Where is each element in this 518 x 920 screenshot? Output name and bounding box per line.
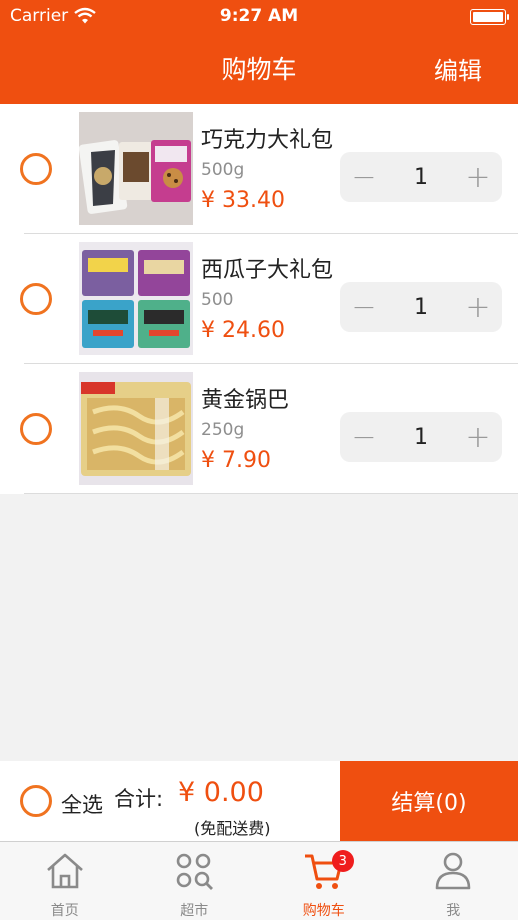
cart-item: 巧克力大礼包 500g ¥ 33.40 − 1 + <box>0 104 518 234</box>
total-value: ¥ 0.00 <box>178 777 264 808</box>
divider <box>24 493 518 494</box>
cart-item: 西瓜子大礼包 500 ¥ 24.60 − 1 + <box>0 234 518 364</box>
product-weight: 250g <box>201 420 245 440</box>
cart-badge: 3 <box>331 850 354 872</box>
battery-icon <box>470 9 509 25</box>
increment-button[interactable]: + <box>454 412 502 462</box>
status-bar: Carrier 9:27 AM <box>0 0 518 34</box>
product-name: 西瓜子大礼包 <box>201 258 334 283</box>
total-label: 合计: <box>114 787 164 811</box>
tab-cart[interactable]: 3 购物车 <box>259 842 389 920</box>
decrement-button[interactable]: − <box>340 152 388 202</box>
cart-list: 巧克力大礼包 500g ¥ 33.40 − 1 + 西瓜子大礼包 500 ¥ 2… <box>0 104 518 494</box>
edit-button[interactable]: 编辑 <box>434 51 482 86</box>
product-image <box>79 372 193 485</box>
quantity-value: 1 <box>414 294 428 320</box>
decrement-button[interactable]: − <box>340 282 388 332</box>
tab-home[interactable]: 首页 <box>0 842 130 920</box>
person-icon <box>435 852 471 890</box>
product-name: 黄金锅巴 <box>201 388 290 413</box>
quantity-value: 1 <box>414 164 428 190</box>
item-select-radio[interactable] <box>20 283 52 315</box>
tab-market[interactable]: 超市 <box>130 842 260 920</box>
product-price: ¥ 7.90 <box>201 448 271 473</box>
grid-search-icon <box>176 853 214 890</box>
tab-me[interactable]: 我 <box>389 842 518 920</box>
clock: 9:27 AM <box>219 6 299 26</box>
quantity-stepper: − 1 + <box>340 282 502 332</box>
header: Carrier 9:27 AM 购物车 编辑 <box>0 0 518 104</box>
home-icon <box>46 853 83 889</box>
tab-label: 首页 <box>50 903 79 919</box>
select-all-label[interactable]: 全选 <box>61 789 103 819</box>
product-image <box>79 112 193 225</box>
decrement-button[interactable]: − <box>340 412 388 462</box>
shipping-note: (免配送费) <box>194 819 271 838</box>
product-price: ¥ 33.40 <box>201 188 285 213</box>
quantity-stepper: − 1 + <box>340 412 502 462</box>
select-all-radio[interactable] <box>20 785 52 817</box>
item-select-radio[interactable] <box>20 413 52 445</box>
cart-item: 黄金锅巴 250g ¥ 7.90 − 1 + <box>0 364 518 494</box>
item-select-radio[interactable] <box>20 153 52 185</box>
product-image <box>79 242 193 355</box>
tab-label: 超市 <box>180 903 209 919</box>
quantity-value: 1 <box>414 424 428 450</box>
quantity-stepper: − 1 + <box>340 152 502 202</box>
tab-label: 我 <box>446 903 461 919</box>
tab-bar: 首页 超市 3 购物车 我 <box>0 841 518 920</box>
increment-button[interactable]: + <box>454 282 502 332</box>
product-name: 巧克力大礼包 <box>201 128 334 153</box>
checkout-summary: 全选 合计: ¥ 0.00 (免配送费) 结算(0) <box>0 761 518 841</box>
increment-button[interactable]: + <box>454 152 502 202</box>
checkout-button[interactable]: 结算(0) <box>340 761 518 841</box>
tab-label: 购物车 <box>302 903 345 919</box>
product-weight: 500g <box>201 160 245 180</box>
product-weight: 500 <box>201 290 234 310</box>
product-price: ¥ 24.60 <box>201 318 285 343</box>
